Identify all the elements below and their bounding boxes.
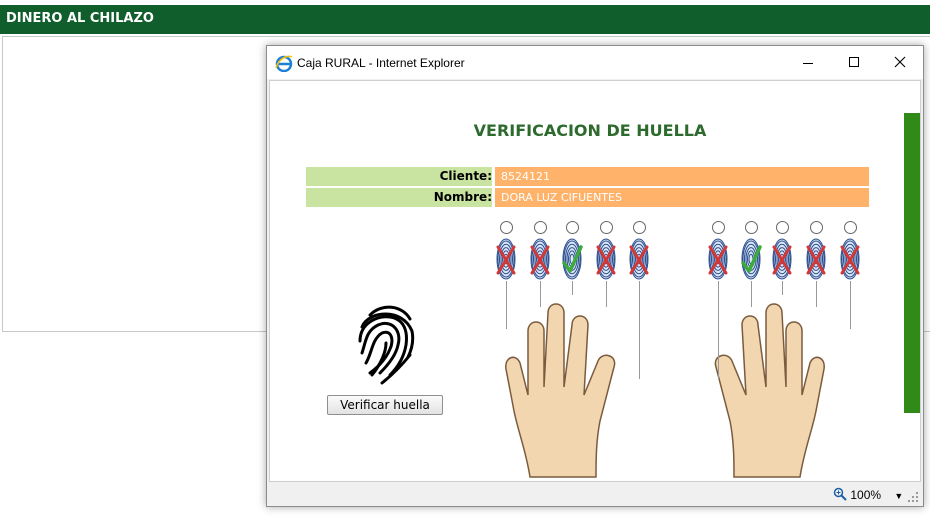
maximize-icon <box>849 57 859 67</box>
app-header-title: DINERO AL CHILAZO <box>6 11 154 26</box>
right-finger-connector <box>751 281 752 307</box>
app-header: DINERO AL CHILAZO <box>0 5 930 34</box>
left-hand-image <box>505 303 616 478</box>
chevron-down-icon: ▼ <box>894 491 904 501</box>
right-finger-radio[interactable] <box>844 221 857 234</box>
right-hand-image <box>714 303 825 478</box>
right-finger-radio[interactable] <box>776 221 789 234</box>
ie-icon <box>275 55 293 72</box>
fingerprint-rejected-icon[interactable] <box>628 237 650 281</box>
name-label: Nombre: <box>306 188 492 207</box>
close-icon <box>894 56 906 68</box>
page-content: VERIFICACION DE HUELLA Cliente: 8524121 … <box>269 80 921 482</box>
fingerprint-rejected-icon[interactable] <box>771 237 793 281</box>
right-finger-connector <box>782 281 783 295</box>
status-bar: 100% ▼ <box>267 482 923 506</box>
right-finger-radio[interactable] <box>745 221 758 234</box>
window-title: Caja RURAL - Internet Explorer <box>297 56 465 70</box>
left-finger-connector <box>506 281 507 329</box>
ie-popup-window: Caja RURAL - Internet Explorer VERIFICAC… <box>266 45 924 507</box>
right-finger-connector <box>850 281 851 329</box>
right-finger-connector <box>718 281 719 379</box>
close-button[interactable] <box>877 46 923 79</box>
right-finger-connector <box>816 281 817 307</box>
fingerprint-icon <box>358 305 415 385</box>
left-finger-connector <box>606 281 607 307</box>
fingerprint-rejected-icon[interactable] <box>529 237 551 281</box>
fingerprint-verified-icon[interactable] <box>740 237 762 281</box>
left-finger-radio[interactable] <box>633 221 646 234</box>
maximize-button[interactable] <box>831 46 877 79</box>
right-finger-radio[interactable] <box>810 221 823 234</box>
verify-fingerprint-button[interactable]: Verificar huella <box>327 395 443 415</box>
name-value: DORA LUZ CIFUENTES <box>495 188 869 207</box>
zoom-level: 100% <box>850 488 882 502</box>
fingerprint-rejected-icon[interactable] <box>495 237 517 281</box>
client-label: Cliente: <box>306 167 492 186</box>
fingerprint-rejected-icon[interactable] <box>595 237 617 281</box>
fingerprint-rejected-icon[interactable] <box>805 237 827 281</box>
fingerprint-rejected-icon[interactable] <box>839 237 861 281</box>
zoom-control[interactable]: 100% ▼ <box>833 487 903 502</box>
left-finger-radio[interactable] <box>500 221 513 234</box>
zoom-icon <box>833 487 847 501</box>
minimize-icon <box>803 63 813 64</box>
left-finger-connector <box>572 281 573 295</box>
left-finger-connector <box>540 281 541 307</box>
client-value: 8524121 <box>495 167 869 186</box>
fingerprint-verified-icon[interactable] <box>561 237 583 281</box>
left-finger-radio[interactable] <box>600 221 613 234</box>
left-finger-connector <box>639 281 640 379</box>
left-finger-radio[interactable] <box>534 221 547 234</box>
fingerprint-rejected-icon[interactable] <box>707 237 729 281</box>
verification-title: VERIFICACION DE HUELLA <box>473 121 707 140</box>
scrollbar-thumb[interactable] <box>904 113 920 413</box>
window-titlebar[interactable]: Caja RURAL - Internet Explorer <box>267 46 923 79</box>
right-finger-radio[interactable] <box>712 221 725 234</box>
left-finger-radio[interactable] <box>566 221 579 234</box>
client-row: Cliente: 8524121 <box>306 167 869 186</box>
name-row: Nombre: DORA LUZ CIFUENTES <box>306 188 869 207</box>
minimize-button[interactable] <box>785 46 831 79</box>
resize-grip-icon[interactable] <box>907 491 919 503</box>
